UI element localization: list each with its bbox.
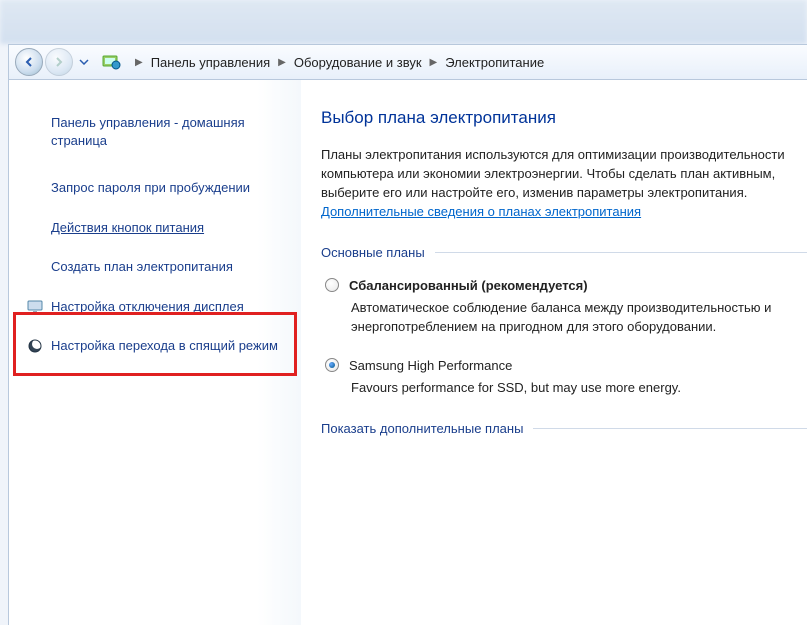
forward-button[interactable] <box>45 48 73 76</box>
control-panel-icon <box>101 52 121 72</box>
breadcrumb-item-2[interactable]: Электропитание <box>445 55 544 70</box>
sidebar-item-label: Запрос пароля при пробуждении <box>51 180 250 195</box>
divider <box>533 428 807 429</box>
intro-paragraph: Планы электропитания используются для оп… <box>321 146 807 221</box>
breadcrumb: ▶ Панель управления ▶ Оборудование и зву… <box>127 55 544 70</box>
intro-text: Планы электропитания используются для оп… <box>321 147 785 200</box>
breadcrumb-item-0[interactable]: Панель управления <box>151 55 270 70</box>
plan-name: Samsung High Performance <box>349 358 807 373</box>
breadcrumb-sep: ▶ <box>278 57 286 68</box>
monitor-icon <box>27 299 43 315</box>
sidebar-item-label: Создать план электропитания <box>51 259 233 274</box>
sidebar-item-label: Настройка отключения дисплея <box>51 299 244 314</box>
plan-desc: Автоматическое соблюдение баланса между … <box>349 299 807 335</box>
moon-icon <box>27 338 43 354</box>
plan-desc: Favours performance for SSD, but may use… <box>349 379 807 397</box>
intro-link[interactable]: Дополнительные сведения о планах электро… <box>321 204 641 219</box>
arrow-left-icon <box>23 56 35 68</box>
breadcrumb-item-1[interactable]: Оборудование и звук <box>294 55 422 70</box>
plan-samsung[interactable]: Samsung High Performance Favours perform… <box>321 354 807 401</box>
window-titlebar-blur <box>0 0 807 44</box>
sidebar-item-password[interactable]: Запрос пароля при пробуждении <box>9 173 301 203</box>
sidebar-item-sleep[interactable]: Настройка перехода в спящий режим <box>9 331 301 361</box>
window-body: Панель управления - домашняя страница За… <box>8 80 807 625</box>
divider <box>435 252 807 253</box>
address-bar: ▶ Панель управления ▶ Оборудование и зву… <box>8 44 807 80</box>
sidebar-item-power-buttons[interactable]: Действия кнопок питания <box>9 213 301 243</box>
group-label: Показать дополнительные планы <box>321 421 523 436</box>
group-header-more-plans[interactable]: Показать дополнительные планы <box>321 421 807 436</box>
plan-name: Сбалансированный (рекомендуется) <box>349 278 807 293</box>
group-header-main-plans: Основные планы <box>321 245 807 260</box>
sidebar: Панель управления - домашняя страница За… <box>9 80 301 625</box>
radio-checked[interactable] <box>325 358 339 372</box>
plan-balanced[interactable]: Сбалансированный (рекомендуется) Автомат… <box>321 274 807 339</box>
sidebar-item-label: Настройка перехода в спящий режим <box>51 338 278 353</box>
chevron-down-icon <box>79 59 89 65</box>
sidebar-item-create-plan[interactable]: Создать план электропитания <box>9 252 301 282</box>
group-label: Основные планы <box>321 245 425 260</box>
history-dropdown[interactable] <box>77 55 91 69</box>
back-button[interactable] <box>15 48 43 76</box>
sidebar-home-label: Панель управления - домашняя страница <box>51 115 245 148</box>
sidebar-home-link[interactable]: Панель управления - домашняя страница <box>9 108 301 155</box>
breadcrumb-sep: ▶ <box>430 57 438 68</box>
radio-unchecked[interactable] <box>325 278 339 292</box>
page-title: Выбор плана электропитания <box>321 108 807 128</box>
sidebar-item-display-off[interactable]: Настройка отключения дисплея <box>9 292 301 322</box>
arrow-right-icon <box>53 56 65 68</box>
sidebar-item-label: Действия кнопок питания <box>51 220 204 235</box>
breadcrumb-sep: ▶ <box>135 57 143 68</box>
main-content: Выбор плана электропитания Планы электро… <box>301 80 807 625</box>
